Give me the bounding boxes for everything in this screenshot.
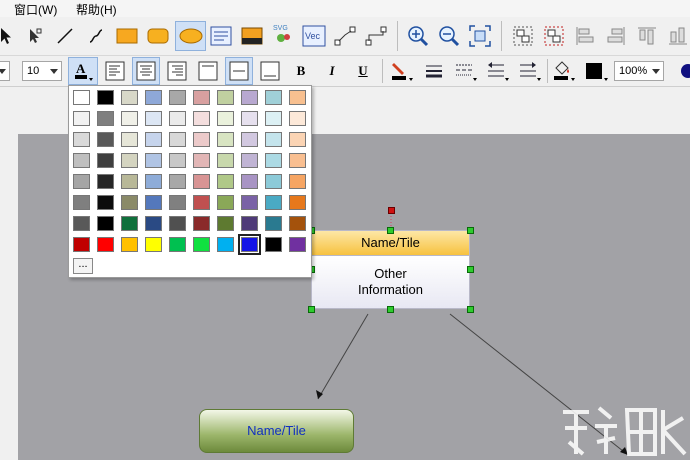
color-swatch[interactable] bbox=[169, 90, 186, 105]
color-swatch[interactable] bbox=[145, 195, 162, 210]
color-swatch[interactable] bbox=[73, 153, 90, 168]
color-swatch[interactable] bbox=[238, 234, 261, 255]
color-swatch[interactable] bbox=[193, 153, 210, 168]
color-swatch[interactable] bbox=[289, 174, 306, 189]
rotation-handle[interactable] bbox=[388, 207, 395, 214]
color-swatch[interactable] bbox=[265, 237, 282, 252]
color-swatch[interactable] bbox=[73, 111, 90, 126]
color-swatch[interactable] bbox=[289, 195, 306, 210]
color-swatch[interactable] bbox=[217, 132, 234, 147]
color-swatch[interactable] bbox=[97, 132, 114, 147]
resize-handle-ne[interactable] bbox=[467, 227, 474, 234]
color-swatch[interactable] bbox=[265, 174, 282, 189]
color-swatch[interactable] bbox=[97, 195, 114, 210]
color-swatch[interactable] bbox=[121, 174, 138, 189]
font-color-palette: ... bbox=[68, 85, 312, 278]
resize-handle-e[interactable] bbox=[467, 266, 474, 273]
color-swatch[interactable] bbox=[265, 132, 282, 147]
resize-handle-n[interactable] bbox=[387, 227, 394, 234]
entity-body-line2: Information bbox=[357, 282, 424, 297]
color-swatch[interactable] bbox=[121, 153, 138, 168]
resize-handle-s[interactable] bbox=[387, 306, 394, 313]
color-swatch[interactable] bbox=[169, 195, 186, 210]
color-swatch[interactable] bbox=[145, 132, 162, 147]
color-swatch[interactable] bbox=[169, 111, 186, 126]
color-swatch[interactable] bbox=[241, 216, 258, 231]
color-swatch[interactable] bbox=[265, 90, 282, 105]
color-swatch[interactable] bbox=[193, 111, 210, 126]
color-swatch[interactable] bbox=[193, 174, 210, 189]
color-swatch[interactable] bbox=[121, 111, 138, 126]
color-swatch[interactable] bbox=[121, 195, 138, 210]
resize-handle-sw[interactable] bbox=[308, 306, 315, 313]
color-swatch[interactable] bbox=[169, 237, 186, 252]
color-swatch[interactable] bbox=[217, 111, 234, 126]
watermark-logo bbox=[563, 406, 687, 456]
color-swatch[interactable] bbox=[121, 216, 138, 231]
color-swatch[interactable] bbox=[217, 153, 234, 168]
color-swatch[interactable] bbox=[217, 174, 234, 189]
color-swatch[interactable] bbox=[193, 132, 210, 147]
color-swatch[interactable] bbox=[73, 132, 90, 147]
color-swatch[interactable] bbox=[289, 90, 306, 105]
color-swatch[interactable] bbox=[73, 216, 90, 231]
color-swatch[interactable] bbox=[265, 153, 282, 168]
color-swatch[interactable] bbox=[73, 174, 90, 189]
color-swatch[interactable] bbox=[289, 237, 306, 252]
entity-body[interactable]: Other Information bbox=[311, 256, 470, 309]
color-swatch[interactable] bbox=[169, 216, 186, 231]
color-swatch[interactable] bbox=[73, 195, 90, 210]
color-swatch[interactable] bbox=[97, 111, 114, 126]
selected-entity-shape[interactable]: Name/Tile Other Information bbox=[311, 230, 470, 309]
color-swatch[interactable] bbox=[217, 195, 234, 210]
color-swatch[interactable] bbox=[217, 216, 234, 231]
color-swatch[interactable] bbox=[289, 153, 306, 168]
color-swatch[interactable] bbox=[73, 237, 90, 252]
color-swatch[interactable] bbox=[169, 153, 186, 168]
color-swatch[interactable] bbox=[289, 111, 306, 126]
color-swatch[interactable] bbox=[265, 195, 282, 210]
resize-handle-se[interactable] bbox=[467, 306, 474, 313]
color-swatch[interactable] bbox=[145, 153, 162, 168]
color-swatch[interactable] bbox=[121, 237, 138, 252]
color-swatch[interactable] bbox=[265, 216, 282, 231]
color-swatch[interactable] bbox=[241, 153, 258, 168]
color-swatch[interactable] bbox=[289, 216, 306, 231]
color-swatch[interactable] bbox=[169, 174, 186, 189]
color-swatch[interactable] bbox=[121, 90, 138, 105]
color-swatch[interactable] bbox=[97, 153, 114, 168]
color-swatch[interactable] bbox=[193, 237, 210, 252]
color-swatch[interactable] bbox=[241, 195, 258, 210]
color-swatch[interactable] bbox=[97, 90, 114, 105]
color-swatch[interactable] bbox=[145, 237, 162, 252]
color-swatch[interactable] bbox=[97, 174, 114, 189]
color-swatch[interactable] bbox=[193, 90, 210, 105]
color-swatch[interactable] bbox=[121, 132, 138, 147]
color-swatch[interactable] bbox=[169, 132, 186, 147]
color-swatch[interactable] bbox=[217, 237, 234, 252]
color-swatch[interactable] bbox=[97, 216, 114, 231]
color-swatch[interactable] bbox=[145, 174, 162, 189]
color-swatch[interactable] bbox=[241, 132, 258, 147]
color-swatch[interactable] bbox=[97, 237, 114, 252]
connector-line-left[interactable] bbox=[317, 313, 369, 400]
color-swatch[interactable] bbox=[193, 216, 210, 231]
color-swatch[interactable] bbox=[241, 90, 258, 105]
color-swatch[interactable] bbox=[193, 195, 210, 210]
color-swatch[interactable] bbox=[145, 111, 162, 126]
color-swatch[interactable] bbox=[241, 111, 258, 126]
color-swatch[interactable] bbox=[145, 216, 162, 231]
color-swatch[interactable] bbox=[265, 111, 282, 126]
entity-shape-green[interactable]: Name/Tile bbox=[199, 409, 354, 453]
color-swatch[interactable] bbox=[73, 90, 90, 105]
color-swatch[interactable] bbox=[289, 132, 306, 147]
more-colors-button[interactable]: ... bbox=[73, 258, 93, 274]
entity-body-line1: Other bbox=[374, 266, 407, 281]
color-swatch[interactable] bbox=[241, 174, 258, 189]
color-swatch[interactable] bbox=[145, 90, 162, 105]
color-swatch[interactable] bbox=[217, 90, 234, 105]
